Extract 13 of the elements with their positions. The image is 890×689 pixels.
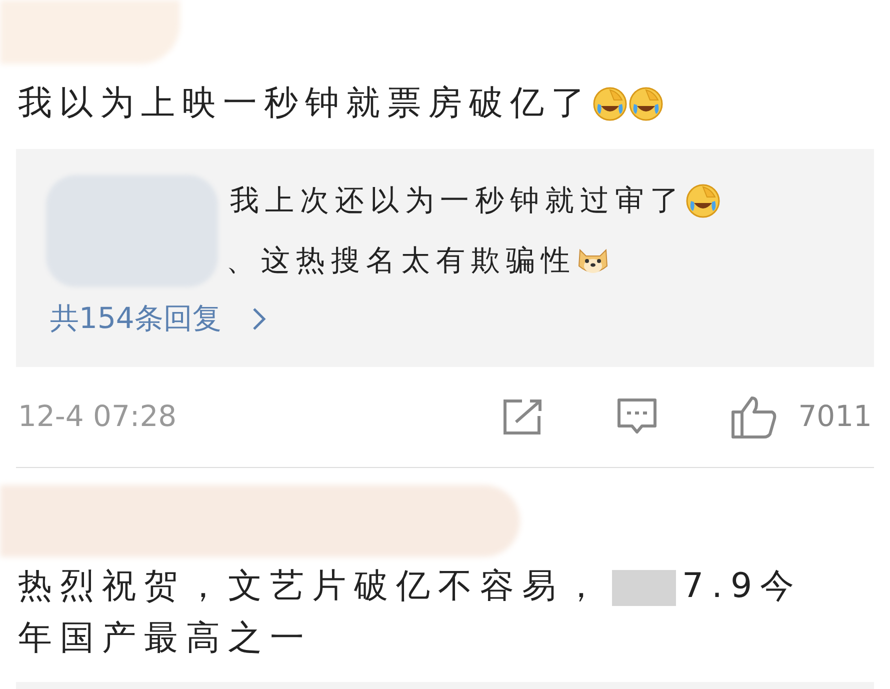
share-icon[interactable] [502, 398, 544, 436]
comment-text: 我以为上映一秒钟就票房破亿了 [18, 82, 592, 125]
chevron-right-icon [251, 306, 268, 332]
like-count: 7011 [798, 398, 872, 436]
comment-text: 热烈祝贺，文艺片破亿不容易， 7.9今年国产最高之一 [18, 565, 804, 660]
laughing-emoji-icon [628, 86, 664, 122]
reply-text: 、这热搜名太有欺骗性 [226, 242, 576, 280]
thumbs-up-icon[interactable] [730, 394, 778, 440]
comment-time: 12-4 07:28 [18, 398, 177, 436]
reply-count-link[interactable]: 共154条回复 [50, 297, 222, 340]
reply-text: 我上次还以为一秒钟就过审了 [230, 182, 685, 220]
laughing-emoji-icon [685, 183, 721, 219]
laughing-emoji-icon [592, 86, 628, 122]
